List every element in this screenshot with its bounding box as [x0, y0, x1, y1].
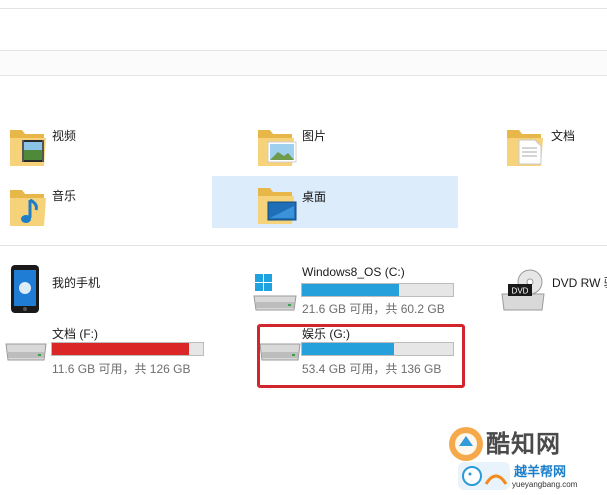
pictures-folder-icon [258, 130, 297, 166]
drive-item-f[interactable]: 文档 (F:) 11.6 GB 可用，共 126 GB [0, 322, 210, 376]
highlight-box [257, 324, 465, 388]
folder-item-documents[interactable]: 文档 [505, 120, 607, 170]
folder-item-videos[interactable]: 视频 [6, 120, 136, 170]
drive-capacity-bar-f [51, 342, 204, 356]
dvd-drive-icon: DVD [501, 269, 545, 311]
folder-item-music[interactable]: 音乐 [6, 180, 136, 230]
folder-label-music: 音乐 [52, 189, 77, 203]
folder-label-pictures: 图片 [302, 129, 327, 143]
phone-icon [11, 265, 39, 313]
desktop-folder-icon [258, 188, 297, 224]
folder-item-pictures[interactable]: 图片 [256, 120, 386, 170]
folder-item-desktop[interactable]: 桌面 [256, 180, 386, 230]
device-label-phone: 我的手机 [52, 276, 101, 290]
videos-folder-icon [10, 130, 46, 166]
drive-capacity-bar-c [301, 283, 454, 297]
drive-label-c: Windows8_OS (C:) [302, 265, 405, 279]
dvd-logo-text: DVD [512, 287, 529, 296]
music-folder-icon [10, 190, 46, 226]
top-divider [0, 8, 607, 9]
drive-capacity-fill-f [52, 343, 190, 355]
watermark-site: yueyangbang.com [512, 480, 578, 489]
drive-capacity-text-c: 21.6 GB 可用，共 60.2 GB [302, 302, 445, 316]
documents-folder-icon [507, 130, 543, 166]
drive-label-f: 文档 (F:) [52, 327, 98, 341]
watermark-brand: 酷知网 [486, 430, 561, 458]
device-item-dvd[interactable]: DVD DVD RW 驱 [500, 262, 607, 316]
drive-item-c[interactable]: Windows8_OS (C:) 21.6 GB 可用，共 60.2 GB [250, 262, 460, 316]
device-label-dvd: DVD RW 驱 [552, 276, 607, 290]
folder-label-videos: 视频 [52, 129, 77, 143]
watermark-logo-text: 越羊帮网 [514, 465, 567, 480]
drive-icon [5, 343, 47, 361]
drive-capacity-fill-c [302, 284, 399, 296]
watermark-sheep-icon [458, 462, 510, 490]
drive-capacity-text-f: 11.6 GB 可用，共 126 GB [52, 362, 191, 376]
folder-label-desktop: 桌面 [302, 190, 327, 204]
folder-label-documents: 文档 [551, 129, 576, 143]
header-band [0, 50, 607, 76]
windows-drive-icon [253, 274, 297, 311]
section-divider [0, 245, 607, 246]
device-item-phone[interactable]: 我的手机 [6, 262, 146, 316]
